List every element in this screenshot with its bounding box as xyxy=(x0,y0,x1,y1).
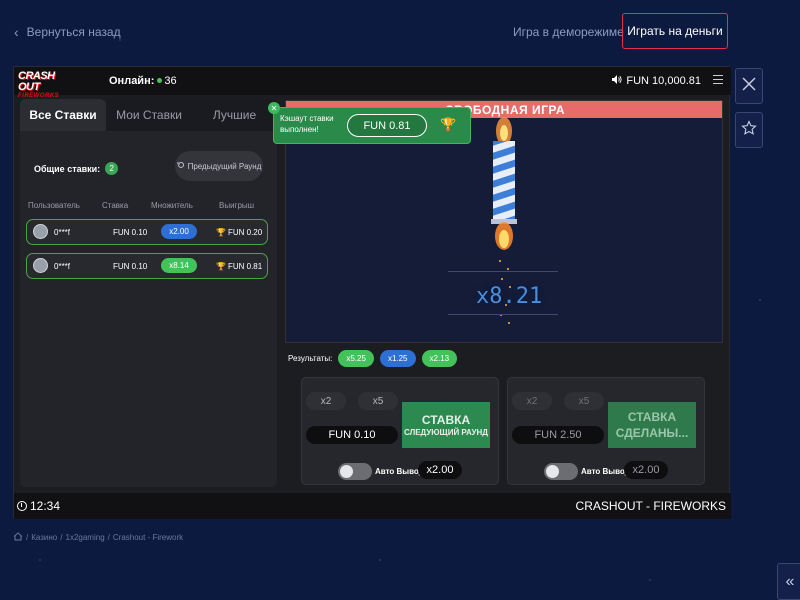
cashout-toast: ✕ Кэшаут ставки выполнен! FUN 0.81 🏆 xyxy=(268,102,471,144)
auto-cashout-toggle[interactable] xyxy=(338,463,372,480)
table-row: 0***f FUN 0.10 x2.00 🏆 FUN 0.20 xyxy=(26,219,268,245)
results-bar: Результаты: x5.25 x1.25 x2.13 xyxy=(288,350,458,367)
back-link[interactable]: ‹ Вернуться назад xyxy=(14,24,121,40)
row-multiplier: x8.14 xyxy=(161,258,197,273)
results-label: Результаты: xyxy=(288,354,333,363)
history-icon xyxy=(177,161,185,171)
tab-all-bets[interactable]: Все Ставки xyxy=(20,99,106,131)
multiplier-line-bottom xyxy=(448,314,558,315)
current-multiplier: x8.21 xyxy=(476,284,543,309)
bet-panel-2: x2 x5 FUN 2.50 СТАВКА СДЕЛАНЫ... Авто Вы… xyxy=(507,377,705,485)
breadcrumb-provider[interactable]: 1x2gaming xyxy=(66,533,105,542)
row-user: 0***f xyxy=(54,262,71,271)
back-label: Вернуться назад xyxy=(26,25,121,39)
game-name: CRASHOUT - FIREWORKS xyxy=(575,499,726,513)
quick-x2-button[interactable]: x2 xyxy=(306,392,346,410)
breadcrumb: / Казино / 1x2gaming / Crashout - Firewo… xyxy=(13,532,183,543)
total-bets-count: 2 xyxy=(105,162,119,175)
balance: FUN 10,000.81 xyxy=(612,75,701,87)
breadcrumb-casino[interactable]: Казино xyxy=(31,533,57,542)
bets-placed-title: СТАВКА СДЕЛАНЫ... xyxy=(615,410,689,440)
place-bet-subtitle: СЛЕДУЮЩИЙ РАУНД xyxy=(404,427,488,437)
trophy-icon: 🏆 xyxy=(440,117,457,132)
auto-cashout-label: Авто Вывод xyxy=(375,467,424,476)
bet-amount-field[interactable]: FUN 0.10 xyxy=(306,426,398,444)
bets-placed-button[interactable]: СТАВКА СДЕЛАНЫ... xyxy=(608,402,696,448)
crashout-logo: CRASH OUT FIREWORKS xyxy=(18,70,60,100)
result-chip: x2.13 xyxy=(421,350,458,367)
chevron-left-icon: ‹ xyxy=(14,24,19,40)
toast-message: Кэшаут ставки выполнен! xyxy=(280,114,334,134)
row-win-value: FUN 0.20 xyxy=(227,228,263,237)
table-row: 0***f FUN 0.10 x8.14 🏆 FUN 0.81 xyxy=(26,253,268,279)
menu-icon[interactable] xyxy=(713,75,723,87)
play-for-money-button[interactable]: Играть на деньги xyxy=(622,13,728,49)
home-icon[interactable] xyxy=(13,532,23,543)
speaker-icon[interactable] xyxy=(612,75,622,87)
avatar xyxy=(33,258,48,273)
clock-time: 12:34 xyxy=(30,499,61,513)
online-count: 36 xyxy=(164,75,177,87)
game-frame: CRASH OUT FIREWORKS Онлайн: 36 FUN 10,000… xyxy=(13,66,731,519)
tab-top-bets[interactable]: Лучшие xyxy=(192,99,277,131)
auto-cashout-value[interactable]: x2.00 xyxy=(418,461,462,479)
top-bar: ‹ Вернуться назад Игра в деморежиме Игра… xyxy=(0,0,800,62)
row-stake: FUN 0.10 xyxy=(113,228,148,237)
close-icon xyxy=(741,75,757,98)
online-counter: Онлайн: 36 xyxy=(109,75,177,87)
auto-cashout-label: Авто Вывод xyxy=(581,467,630,476)
bets-tabs: Все Ставки Мои Ставки Лучшие xyxy=(20,99,277,131)
row-stake: FUN 0.10 xyxy=(113,262,148,271)
game-footer: 12:34 CRASHOUT - FIREWORKS xyxy=(14,493,731,519)
quick-x2-button[interactable]: x2 xyxy=(512,392,552,410)
multiplier-line-top xyxy=(448,271,558,272)
col-user: Пользователь xyxy=(28,201,80,210)
favorite-button[interactable] xyxy=(735,112,763,148)
breadcrumb-game: Crashout - Firework xyxy=(112,533,184,542)
place-bet-title: СТАВКА xyxy=(421,412,471,427)
game-header: CRASH OUT FIREWORKS Онлайн: 36 FUN 10,000… xyxy=(14,67,731,100)
col-stake: Ставка xyxy=(102,201,129,210)
row-multiplier: x2.00 xyxy=(161,224,197,239)
balance-value: FUN 10,000.81 xyxy=(626,75,701,87)
avatar xyxy=(33,224,48,239)
row-win-value: FUN 0.81 xyxy=(227,262,263,271)
result-chip: x5.25 xyxy=(338,350,374,367)
row-win: 🏆 FUN 0.81 xyxy=(216,262,262,271)
toast-amount: FUN 0.81 xyxy=(347,114,427,137)
bet-amount-field[interactable]: FUN 2.50 xyxy=(512,426,604,444)
previous-round-button[interactable]: Предыдущий Раунд xyxy=(175,151,263,181)
trophy-icon: 🏆 xyxy=(216,262,226,271)
collapse-sidebar-button[interactable]: « xyxy=(777,563,800,600)
row-user: 0***f xyxy=(54,228,71,237)
col-multiplier: Множитель xyxy=(151,201,193,210)
col-win: Выигрыш xyxy=(219,201,255,210)
row-win: 🏆 FUN 0.20 xyxy=(216,228,262,237)
trophy-icon: 🏆 xyxy=(216,228,226,237)
bets-panel: Все Ставки Мои Ставки Лучшие Общие ставк… xyxy=(20,99,277,487)
previous-round-label: Предыдущий Раунд xyxy=(187,161,262,171)
online-label: Онлайн: xyxy=(109,75,155,87)
quick-x5-button[interactable]: x5 xyxy=(564,392,604,410)
close-game-button[interactable] xyxy=(735,68,763,104)
online-dot-icon xyxy=(157,78,163,83)
place-bet-button[interactable]: СТАВКА СЛЕДУЮЩИЙ РАУНД xyxy=(402,402,490,448)
bet-panel-1: x2 x5 FUN 0.10 СТАВКА СЛЕДУЮЩИЙ РАУНД Ав… xyxy=(301,377,499,485)
clock-icon xyxy=(17,501,27,511)
quick-x5-button[interactable]: x5 xyxy=(358,392,398,410)
chevrons-left-icon: « xyxy=(785,572,795,590)
star-icon xyxy=(741,119,757,142)
auto-cashout-value[interactable]: x2.00 xyxy=(624,461,668,479)
auto-cashout-toggle[interactable] xyxy=(544,463,578,480)
total-bets: Общие ставки: 2 xyxy=(34,162,119,175)
result-chip: x1.25 xyxy=(379,350,416,367)
demo-mode-link[interactable]: Игра в деморежиме xyxy=(513,25,624,39)
close-icon[interactable]: ✕ xyxy=(268,102,280,114)
clock: 12:34 xyxy=(17,499,60,513)
total-bets-label: Общие ставки: xyxy=(34,163,101,174)
tab-my-bets[interactable]: Мои Ставки xyxy=(106,99,192,131)
